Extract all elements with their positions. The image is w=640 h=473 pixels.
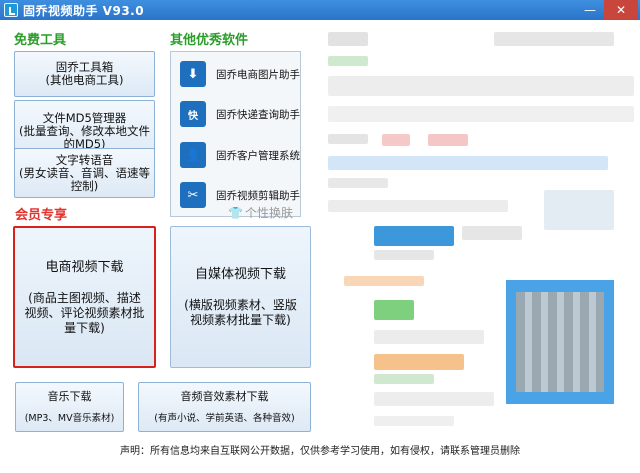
ecom-video-desc-line-1: (商品主图视频、描述 bbox=[28, 290, 141, 305]
customer-icon: 👤 bbox=[180, 142, 206, 168]
scissors-icon: ✂ bbox=[180, 182, 206, 208]
audio-effects-download-button[interactable]: 音频音效素材下载 (有声小说、学前英语、各种音效) bbox=[138, 382, 311, 432]
preview-block bbox=[462, 226, 522, 240]
media-video-title: 自媒体视频下载 bbox=[194, 267, 286, 282]
text-to-speech-button[interactable]: 文字转语音 (男女读音、音调、语速等 控制) bbox=[14, 148, 155, 198]
preview-block bbox=[328, 178, 388, 188]
preview-block bbox=[374, 354, 464, 370]
media-video-desc-line-1: (横版视频素材、竖版 bbox=[184, 298, 297, 312]
toolbox-button[interactable]: 固乔工具箱 (其他电商工具) bbox=[14, 51, 155, 97]
music-download-title: 音乐下载 bbox=[47, 389, 92, 403]
tts-button-line-2: (男女读音、音调、语速等 bbox=[19, 165, 150, 180]
image-helper-item[interactable]: ⬇ 固乔电商图片助手 bbox=[171, 57, 301, 91]
change-skin-link[interactable]: 👕 个性换肤 bbox=[228, 204, 293, 221]
express-helper-item[interactable]: 快 固乔快递查询助手 bbox=[171, 97, 301, 131]
media-video-desc-line-2: 视频素材批量下载) bbox=[190, 313, 291, 327]
preview-block bbox=[544, 190, 614, 230]
title-bar[interactable]: 固乔视频助手 V93.0 — ✕ bbox=[0, 0, 640, 20]
preview-block bbox=[374, 330, 484, 344]
music-download-desc: (MP3、MV音乐素材) bbox=[24, 412, 115, 424]
preview-block bbox=[494, 32, 614, 46]
preview-block bbox=[328, 32, 368, 46]
free-tools-title: 免费工具 bbox=[14, 33, 67, 48]
tts-button-line-1: 文字转语音 bbox=[55, 152, 114, 167]
close-button[interactable]: ✕ bbox=[604, 0, 638, 19]
image-helper-label: 固乔电商图片助手 bbox=[216, 68, 300, 81]
preview-block bbox=[374, 392, 494, 406]
client-area: 免费工具 固乔工具箱 (其他电商工具) 文件MD5管理器 (批量查询、修改本地文… bbox=[0, 20, 640, 473]
app-logo-icon bbox=[4, 3, 18, 17]
tshirt-icon: 👕 bbox=[228, 205, 243, 220]
ecom-video-desc: (商品主图视频、描述 视频、评论视频素材批 量下载) bbox=[24, 291, 144, 336]
tts-button-line-3: 控制) bbox=[70, 178, 99, 193]
preview-block bbox=[328, 56, 368, 66]
audio-effects-desc: (有声小说、学前英语、各种音效) bbox=[154, 412, 295, 424]
video-editor-label: 固乔视频剪辑助手 bbox=[216, 189, 300, 202]
express-helper-label: 固乔快递查询助手 bbox=[216, 108, 300, 121]
preview-block bbox=[374, 416, 454, 426]
qr-code-image bbox=[516, 292, 604, 392]
minimize-button[interactable]: — bbox=[576, 0, 604, 19]
preview-block bbox=[374, 250, 434, 260]
change-skin-label: 个性换肤 bbox=[244, 206, 293, 220]
app-window: 固乔视频助手 V93.0 — ✕ 免费工具 固乔工具箱 (其他电商工具) 文件M… bbox=[0, 0, 640, 473]
media-video-desc: (横版视频素材、竖版 视频素材批量下载) bbox=[184, 298, 297, 328]
customer-system-item[interactable]: 👤 固乔客户管理系统 bbox=[171, 138, 301, 172]
ecom-video-download-button[interactable]: 电商视频下载 (商品主图视频、描述 视频、评论视频素材批 量下载) bbox=[13, 226, 156, 368]
toolbox-button-line-2: (其他电商工具) bbox=[45, 73, 124, 87]
customer-system-label: 固乔客户管理系统 bbox=[216, 149, 300, 162]
music-download-button[interactable]: 音乐下载 (MP3、MV音乐素材) bbox=[15, 382, 124, 432]
preview-block bbox=[374, 226, 454, 246]
preview-block bbox=[428, 134, 468, 146]
preview-block bbox=[328, 200, 508, 212]
preview-block bbox=[328, 156, 608, 170]
audio-effects-title: 音频音效素材下载 bbox=[180, 389, 269, 403]
download-icon: ⬇ bbox=[180, 61, 206, 87]
preview-block bbox=[344, 276, 424, 286]
preview-block bbox=[374, 374, 434, 384]
preview-block bbox=[328, 106, 634, 122]
media-video-download-button[interactable]: 自媒体视频下载 (横版视频素材、竖版 视频素材批量下载) bbox=[170, 226, 311, 368]
other-software-title: 其他优秀软件 bbox=[170, 33, 249, 48]
window-title: 固乔视频助手 V93.0 bbox=[23, 4, 145, 18]
express-icon: 快 bbox=[180, 101, 206, 127]
qr-code-frame bbox=[506, 280, 614, 404]
other-software-panel: ⬇ 固乔电商图片助手 快 固乔快递查询助手 👤 固乔客户管理系统 ✂ 固乔视频剪… bbox=[170, 51, 301, 217]
preview-panel bbox=[322, 30, 634, 450]
ecom-video-desc-line-2: 视频、评论视频素材批 bbox=[24, 305, 145, 320]
footer-disclaimer: 声明：所有信息均来自互联网公开数据，仅供参考学习使用，如有侵权，请联系管理员删除 bbox=[120, 446, 520, 457]
preview-block bbox=[374, 300, 414, 320]
ecom-video-desc-line-3: 量下载) bbox=[64, 320, 105, 335]
preview-block bbox=[328, 76, 634, 96]
vip-title: 会员专享 bbox=[15, 208, 68, 223]
preview-block bbox=[382, 134, 410, 146]
ecom-video-title: 电商视频下载 bbox=[45, 259, 124, 275]
preview-block bbox=[328, 134, 368, 144]
